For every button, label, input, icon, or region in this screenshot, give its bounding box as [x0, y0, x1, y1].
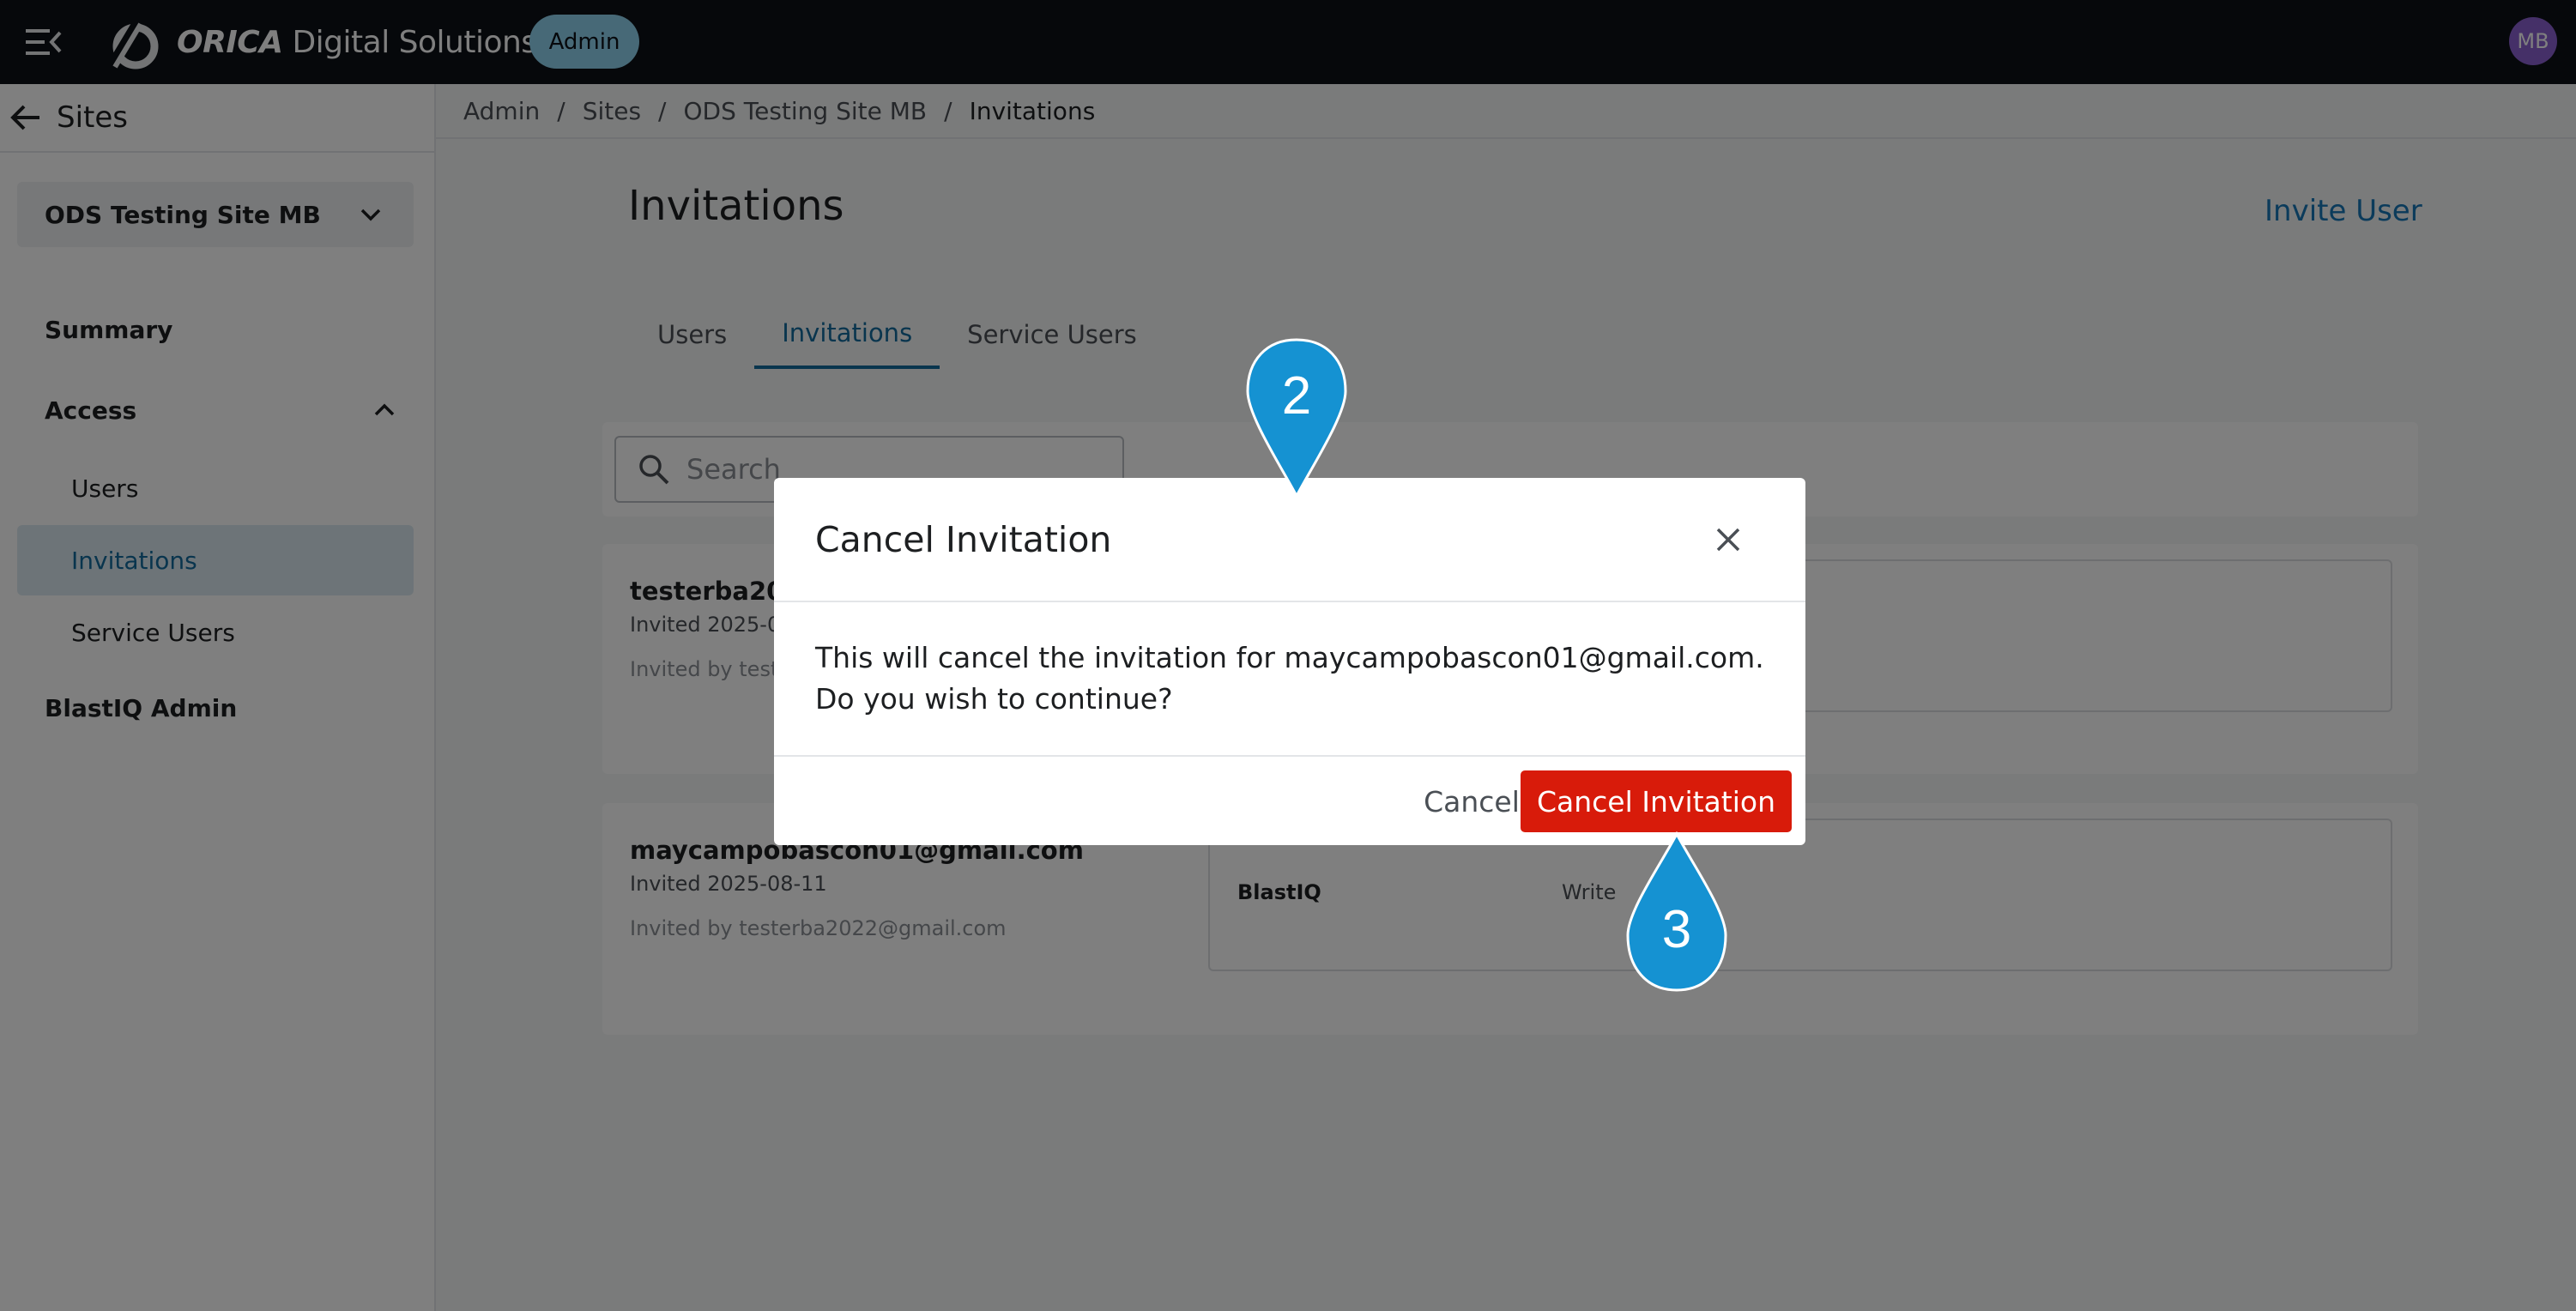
cancel-invitation-dialog: Cancel Invitation This will cancel the i… [774, 478, 1805, 845]
dialog-message: This will cancel the invitation for mayc… [815, 641, 1764, 716]
step-marker-3: 3 [1624, 829, 1729, 1000]
close-icon[interactable] [1713, 524, 1744, 555]
step-marker-number: 2 [1281, 366, 1312, 426]
dialog-title: Cancel Invitation [815, 519, 1112, 560]
step-marker-2: 2 [1244, 336, 1349, 508]
confirm-cancel-invitation-button[interactable]: Cancel Invitation [1521, 770, 1792, 832]
step-marker-number: 3 [1661, 900, 1692, 959]
